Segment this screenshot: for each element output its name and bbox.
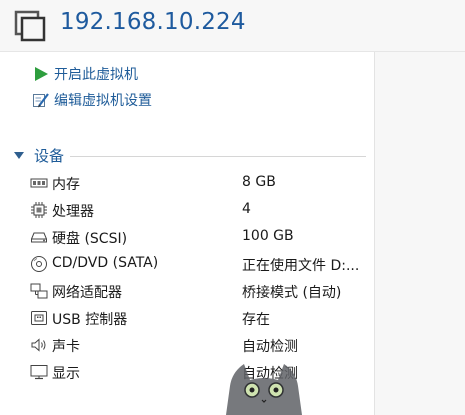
device-row-display[interactable]: 显示 自动检测 (30, 361, 368, 383)
usb-icon (31, 311, 47, 325)
cat-mascot-image (226, 364, 302, 415)
devices-section-header[interactable]: 设备 (12, 145, 366, 167)
device-name: 内存 (52, 177, 80, 193)
device-value: 自动检测 (242, 339, 298, 355)
power-on-vm-link[interactable]: 开启此虚拟机 (32, 64, 138, 84)
device-name: 网络适配器 (52, 285, 122, 301)
play-icon (35, 67, 48, 81)
device-row-network-adapter[interactable]: 网络适配器 桥接模式 (自动) (30, 280, 368, 302)
hard-disk-icon (31, 232, 47, 243)
vm-title: 192.168.10.224 (60, 9, 246, 35)
details-pane (374, 52, 465, 415)
device-value: 100 GB (242, 228, 294, 244)
device-row-memory[interactable]: 内存 8 GB (30, 172, 368, 194)
power-on-vm-label: 开启此虚拟机 (54, 67, 138, 83)
device-name: 处理器 (52, 204, 94, 220)
device-row-hard-disk[interactable]: 硬盘 (SCSI) 100 GB (30, 226, 368, 248)
edit-vm-settings-link[interactable]: 编辑虚拟机设置 (32, 90, 152, 110)
device-value: 4 (242, 201, 251, 217)
device-value: 存在 (242, 312, 270, 328)
device-value: 8 GB (242, 174, 276, 190)
device-value: 正在使用文件 D:... (242, 258, 360, 274)
device-row-processor[interactable]: 处理器 4 (30, 199, 368, 221)
vm-header: 192.168.10.224 (0, 0, 465, 52)
edit-settings-icon (33, 93, 49, 108)
cd-dvd-icon (31, 256, 47, 272)
device-row-sound-card[interactable]: 声卡 自动检测 (30, 334, 368, 356)
collapse-triangle-icon[interactable] (14, 152, 24, 159)
device-name: USB 控制器 (52, 312, 128, 328)
network-adapter-icon (30, 283, 48, 299)
memory-icon (30, 178, 48, 188)
display-icon (30, 365, 48, 380)
device-name: 硬盘 (SCSI) (52, 231, 128, 247)
device-name: CD/DVD (SATA) (52, 255, 159, 271)
device-row-cd-dvd[interactable]: CD/DVD (SATA) 正在使用文件 D:... (30, 253, 368, 275)
edit-vm-settings-label: 编辑虚拟机设置 (54, 93, 152, 109)
speaker-icon (31, 338, 46, 352)
device-name: 显示 (52, 366, 80, 382)
device-name: 声卡 (52, 339, 80, 355)
virtual-machine-icon (14, 10, 46, 42)
processor-icon (31, 202, 47, 218)
device-value: 桥接模式 (自动) (242, 285, 342, 301)
devices-section-title: 设备 (34, 147, 65, 165)
section-divider (70, 156, 366, 157)
device-row-usb[interactable]: USB 控制器 存在 (30, 307, 368, 329)
